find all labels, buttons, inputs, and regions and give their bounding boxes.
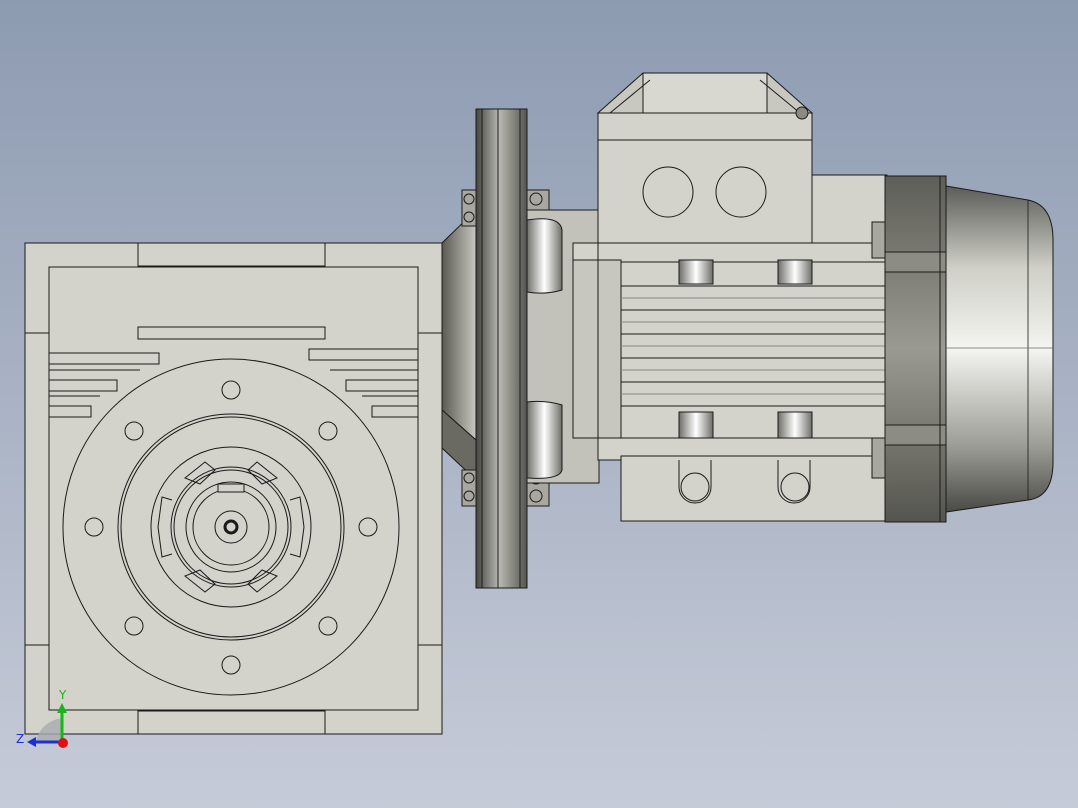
input-adapter-cone (441, 208, 477, 442)
fan-cover[interactable] (945, 185, 1054, 513)
y-axis-label: Y (59, 688, 67, 702)
cable-gland-right[interactable] (715, 166, 767, 218)
input-flange-plate[interactable] (475, 108, 528, 589)
cable-gland-left[interactable] (642, 166, 694, 218)
cooling-fins (620, 261, 886, 439)
cad-3d-viewport[interactable]: Y Z (0, 0, 1078, 808)
z-axis-label: Z (16, 732, 25, 746)
model-canvas[interactable] (0, 0, 1078, 808)
motor-foot[interactable] (597, 437, 886, 522)
x-axis-dot (58, 738, 68, 748)
